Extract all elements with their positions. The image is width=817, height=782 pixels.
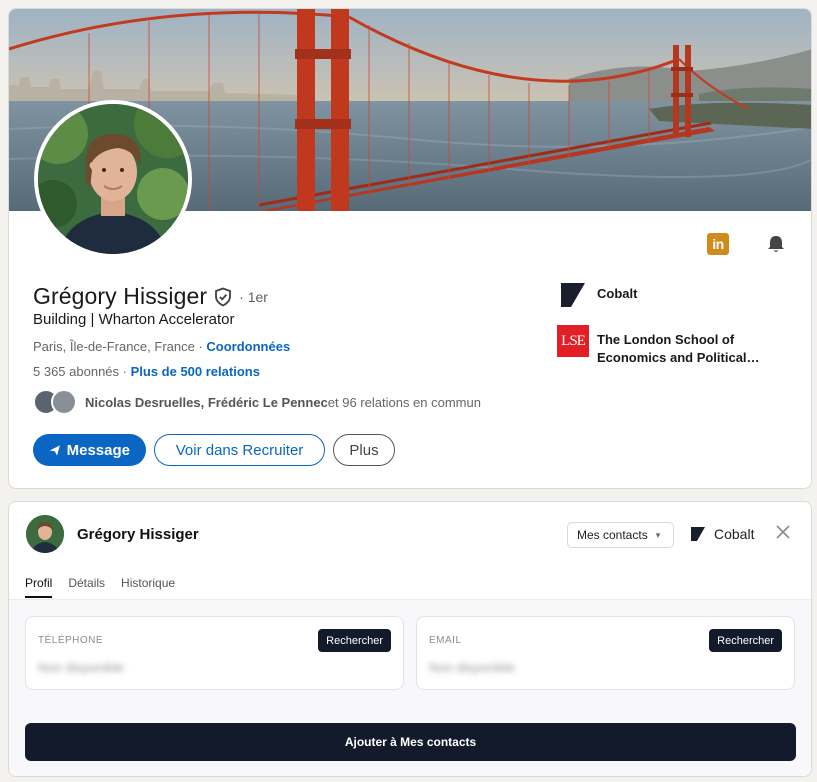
panel-header: Grégory Hissiger Mes contacts ▾ Cobalt P… xyxy=(9,502,811,598)
mutual-avatars xyxy=(33,389,79,415)
email-value: Non disponible xyxy=(429,660,516,675)
chevron-down-icon: ▾ xyxy=(655,529,661,540)
org-name-cobalt: Cobalt xyxy=(597,286,638,301)
contact-info-link[interactable]: Coordonnées xyxy=(206,339,290,354)
cobalt-brand-icon xyxy=(691,527,705,541)
email-search-button[interactable]: Rechercher xyxy=(709,629,782,652)
org-cobalt[interactable]: Cobalt xyxy=(557,279,767,311)
email-label: EMAIL xyxy=(429,635,462,646)
phone-search-button[interactable]: Rechercher xyxy=(318,629,391,652)
mutual-connections[interactable]: Nicolas Desruelles, Frédéric Le Pennec e… xyxy=(33,389,481,415)
mutual-rest: et 96 relations en commun xyxy=(327,394,481,410)
panel-avatar xyxy=(26,515,64,553)
stats-row: 5 365 abonnés · Plus de 500 relations xyxy=(33,364,260,379)
linkedin-icon-text: in xyxy=(712,236,724,252)
message-button-label: Message xyxy=(66,441,130,459)
profile-headline: Building | Wharton Accelerator xyxy=(33,311,235,328)
relations-link[interactable]: Plus de 500 relations xyxy=(131,364,260,379)
panel-tabs: Profil Détails Historique xyxy=(25,576,175,598)
phone-field: TÉLÉPHONE Non disponible Rechercher xyxy=(25,616,404,690)
panel-contact-name: Grégory Hissiger xyxy=(77,526,199,543)
email-field: EMAIL Non disponible Rechercher xyxy=(416,616,795,690)
name-row: Grégory Hissiger · 1er xyxy=(33,283,268,310)
connection-degree: · 1er xyxy=(239,288,268,305)
tab-details[interactable]: Détails xyxy=(68,576,105,598)
profile-name: Grégory Hissiger xyxy=(33,283,208,309)
location-separator: · xyxy=(194,339,207,354)
followers-count: 5 365 abonnés xyxy=(33,364,120,379)
tab-profil[interactable]: Profil xyxy=(25,576,53,598)
tab-historique[interactable]: Historique xyxy=(121,576,175,598)
message-button[interactable]: Message xyxy=(33,434,146,466)
verified-shield-icon[interactable] xyxy=(213,287,233,307)
phone-label: TÉLÉPHONE xyxy=(38,635,104,646)
lse-logo: LSE xyxy=(557,325,589,357)
profile-avatar[interactable] xyxy=(34,100,192,258)
view-in-recruiter-button[interactable]: Voir dans Recruiter xyxy=(154,434,325,466)
send-icon xyxy=(49,444,60,456)
contacts-list-select[interactable]: Mes contacts ▾ xyxy=(567,522,674,548)
linkedin-icon[interactable]: in xyxy=(707,233,729,255)
stats-separator: · xyxy=(119,364,131,379)
panel-brand: Cobalt xyxy=(690,526,754,542)
org-name-lse: The London School of Economics and Polit… xyxy=(597,332,760,365)
contacts-select-value: Mes contacts xyxy=(577,528,648,542)
org-lse[interactable]: LSE The London School of Economics and P… xyxy=(557,325,767,367)
profile-card: in Grégory Hissiger · 1er Building | Wha… xyxy=(8,8,812,489)
mutual-avatar-2 xyxy=(51,389,77,415)
add-to-contacts-button[interactable]: Ajouter à Mes contacts xyxy=(25,723,796,761)
mutual-names: Nicolas Desruelles, Frédéric Le Pennec xyxy=(85,394,328,410)
panel-brand-name: Cobalt xyxy=(714,526,755,542)
location-text: Paris, Île-de-France, France xyxy=(33,339,195,354)
top-icons: in xyxy=(707,233,787,255)
phone-value: Non disponible xyxy=(38,660,125,675)
location-row: Paris, Île-de-France, France · Coordonné… xyxy=(33,339,290,354)
bell-icon[interactable] xyxy=(765,233,787,255)
organizations: Cobalt LSE The London School of Economic… xyxy=(557,279,767,381)
cobalt-logo xyxy=(557,279,589,311)
panel-body: TÉLÉPHONE Non disponible Rechercher EMAI… xyxy=(9,599,811,776)
close-icon[interactable] xyxy=(775,524,791,540)
profile-actions: Message Voir dans Recruiter Plus xyxy=(33,434,395,466)
more-button[interactable]: Plus xyxy=(333,434,395,466)
contact-panel: Grégory Hissiger Mes contacts ▾ Cobalt P… xyxy=(8,501,812,777)
